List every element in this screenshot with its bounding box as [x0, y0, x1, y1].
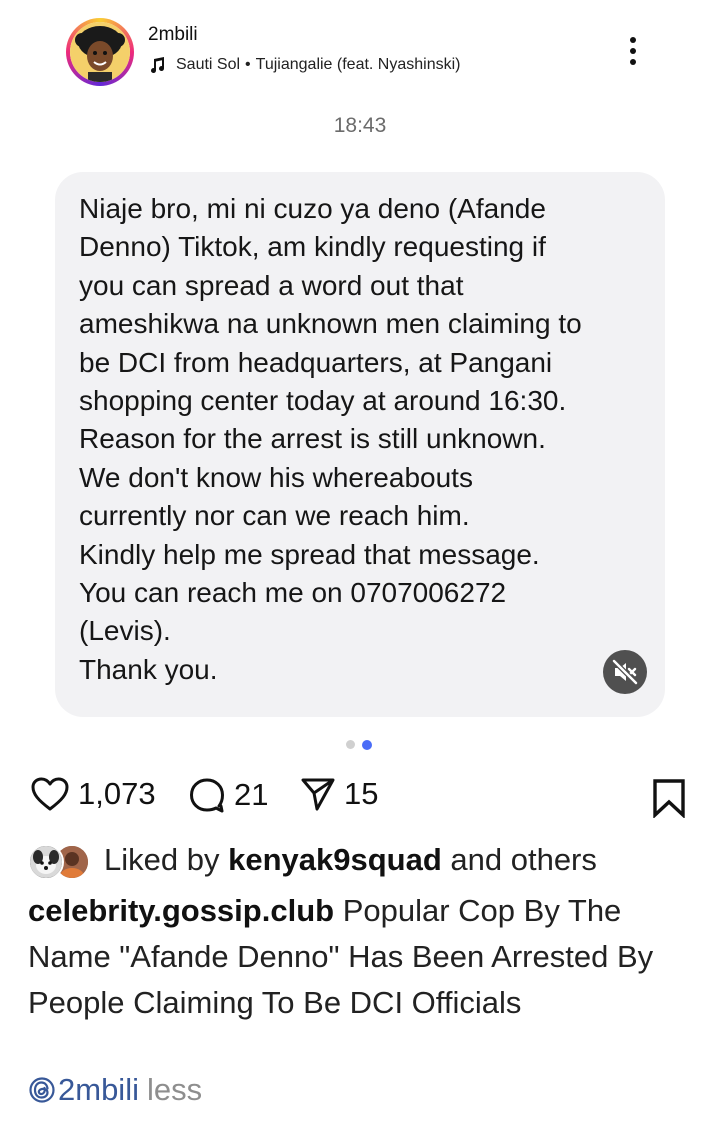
- mention-row: 2mbili less: [28, 1072, 202, 1108]
- like-count: 1,073: [78, 776, 156, 811]
- message-bubble: Niaje bro, mi ni cuzo ya deno (Afande De…: [55, 172, 665, 717]
- carousel-dot: [346, 740, 355, 749]
- music-attribution[interactable]: Sauti Sol • Tujiangalie (feat. Nyashinsk…: [148, 56, 460, 74]
- mute-button[interactable]: [603, 650, 647, 694]
- comment-count: 21: [234, 777, 269, 812]
- threads-icon: [29, 1077, 55, 1103]
- comment-icon: [190, 778, 224, 813]
- message-text: Niaje bro, mi ni cuzo ya deno (Afande De…: [79, 193, 582, 685]
- carousel-dot-active: [362, 739, 372, 750]
- speaker-muted-icon: [611, 658, 639, 686]
- post-caption: celebrity.gossip.club Popular Cop By The…: [28, 888, 698, 1026]
- music-separator: •: [245, 56, 251, 73]
- share-button[interactable]: 15: [300, 776, 378, 812]
- action-bar: 1,073 21 15: [0, 770, 720, 826]
- post-header: 2mbili Sauti Sol • Tujiangalie (feat. Ny…: [0, 0, 720, 110]
- music-track: Tujiangalie (feat. Nyashinski): [255, 56, 461, 73]
- liker-avatar: [28, 844, 64, 880]
- username[interactable]: 2mbili: [148, 24, 198, 46]
- liker-avatars: [28, 842, 92, 880]
- story-ring[interactable]: [66, 18, 134, 86]
- more-options-button[interactable]: [620, 34, 646, 70]
- like-button[interactable]: 1,073: [30, 776, 156, 812]
- caption-username[interactable]: celebrity.gossip.club: [28, 893, 334, 928]
- less-link[interactable]: less: [147, 1072, 202, 1108]
- avatar[interactable]: [70, 22, 130, 82]
- carousel-indicator: [346, 739, 372, 750]
- heart-icon: [31, 777, 69, 811]
- bookmark-icon: [653, 779, 685, 819]
- music-note-icon: [151, 57, 165, 74]
- share-count: 15: [344, 776, 379, 811]
- mention-handle: 2mbili: [58, 1072, 139, 1107]
- music-artist: Sauti Sol: [176, 56, 241, 73]
- save-button[interactable]: [652, 778, 686, 823]
- liked-by-prefix: Liked by: [104, 842, 220, 877]
- dog-avatar-image: [30, 846, 62, 878]
- comment-button[interactable]: 21: [188, 776, 268, 814]
- message-timestamp: 18:43: [333, 114, 387, 137]
- liked-by-user[interactable]: kenyak9squad: [228, 842, 442, 878]
- more-vertical-icon: [630, 37, 636, 65]
- mention-link[interactable]: 2mbili: [28, 1072, 139, 1108]
- liked-by-row[interactable]: Liked by kenyak9squad and others: [28, 842, 597, 880]
- send-icon: [301, 778, 335, 811]
- liked-by-suffix[interactable]: and others: [450, 842, 597, 878]
- avatar-image: [70, 22, 130, 82]
